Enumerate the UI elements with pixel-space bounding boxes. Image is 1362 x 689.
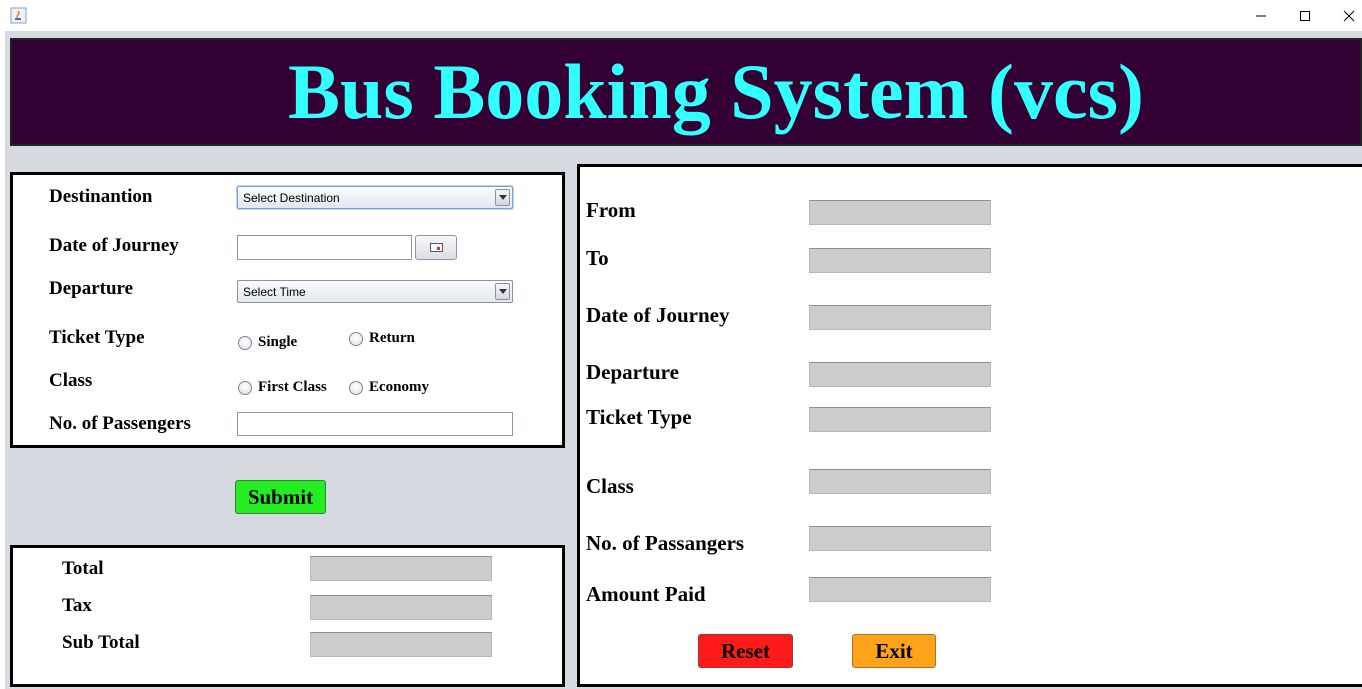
- summary-from-label: From: [586, 198, 636, 222]
- summary-to-field: [809, 248, 991, 273]
- radio-label: Return: [369, 330, 415, 346]
- date-picker-button[interactable]: [415, 235, 457, 260]
- summary-amount-paid-label: Amount Paid: [586, 582, 706, 606]
- radio-button-icon: [349, 331, 363, 346]
- subtotal-field: [310, 632, 492, 657]
- summary-date-field: [809, 305, 991, 330]
- summary-to-label: To: [586, 246, 609, 270]
- reset-button[interactable]: Reset: [698, 634, 793, 668]
- tax-label: Tax: [62, 595, 92, 616]
- class-economy-radio[interactable]: Economy: [349, 379, 429, 396]
- maximize-icon: [1300, 10, 1310, 21]
- summary-ticket-type-label: Ticket Type: [586, 405, 692, 429]
- tax-field: [310, 595, 492, 620]
- summary-class-field: [809, 469, 991, 494]
- close-button[interactable]: [1326, 0, 1362, 31]
- summary-departure-label: Departure: [586, 360, 679, 384]
- summary-class-label: Class: [586, 474, 634, 498]
- passengers-input[interactable]: [237, 412, 513, 436]
- total-field: [310, 556, 492, 581]
- window-titlebar: [0, 0, 1362, 31]
- summary-passengers-field: [809, 526, 991, 551]
- close-icon: [1343, 10, 1355, 21]
- ticket-type-single-radio[interactable]: Single: [238, 334, 297, 351]
- summary-passengers-label: No. of Passangers: [586, 531, 745, 555]
- maximize-button[interactable]: [1282, 0, 1328, 31]
- radio-label: First Class: [258, 379, 327, 395]
- minimize-icon: [1256, 15, 1266, 16]
- dropdown-arrow: [495, 283, 510, 300]
- exit-button[interactable]: Exit: [852, 634, 936, 668]
- page-title: Bus Booking System (vcs): [288, 48, 1144, 135]
- submit-button[interactable]: Submit: [235, 480, 326, 514]
- radio-label: Economy: [369, 379, 429, 395]
- destination-label: Destinantion: [49, 186, 153, 207]
- summary-ticket-type-field: [809, 407, 991, 432]
- header-banner: Bus Booking System (vcs): [10, 38, 1362, 146]
- chevron-down-icon: [498, 195, 507, 200]
- destination-selected-value: Select Destination: [243, 191, 340, 205]
- booking-form-panel: [10, 172, 565, 448]
- class-label: Class: [49, 370, 93, 391]
- subtotal-label: Sub Total: [62, 632, 140, 653]
- radio-button-icon: [238, 335, 252, 350]
- class-first-class-radio[interactable]: First Class: [238, 379, 327, 396]
- date-of-journey-input[interactable]: [237, 235, 412, 260]
- departure-selected-value: Select Time: [243, 285, 306, 299]
- java-cup-icon: [10, 7, 27, 24]
- summary-amount-paid-field: [809, 577, 991, 602]
- minimize-button[interactable]: [1238, 0, 1284, 31]
- departure-label: Departure: [49, 278, 134, 299]
- departure-dropdown[interactable]: Select Time: [237, 280, 513, 303]
- calendar-icon: [429, 243, 443, 252]
- radio-button-icon: [349, 380, 363, 395]
- summary-date-label: Date of Journey: [586, 303, 730, 327]
- ticket-type-return-radio[interactable]: Return: [349, 330, 415, 347]
- dropdown-arrow: [495, 189, 510, 206]
- radio-button-icon: [238, 380, 252, 395]
- date-of-journey-label: Date of Journey: [49, 235, 179, 256]
- chevron-down-icon: [498, 289, 507, 294]
- summary-from-field: [809, 200, 991, 225]
- passengers-label: No. of Passengers: [49, 413, 191, 434]
- destination-dropdown[interactable]: Select Destination: [237, 186, 513, 209]
- ticket-type-label: Ticket Type: [49, 327, 145, 348]
- radio-label: Single: [258, 334, 298, 350]
- summary-departure-field: [809, 362, 991, 387]
- total-label: Total: [62, 558, 104, 579]
